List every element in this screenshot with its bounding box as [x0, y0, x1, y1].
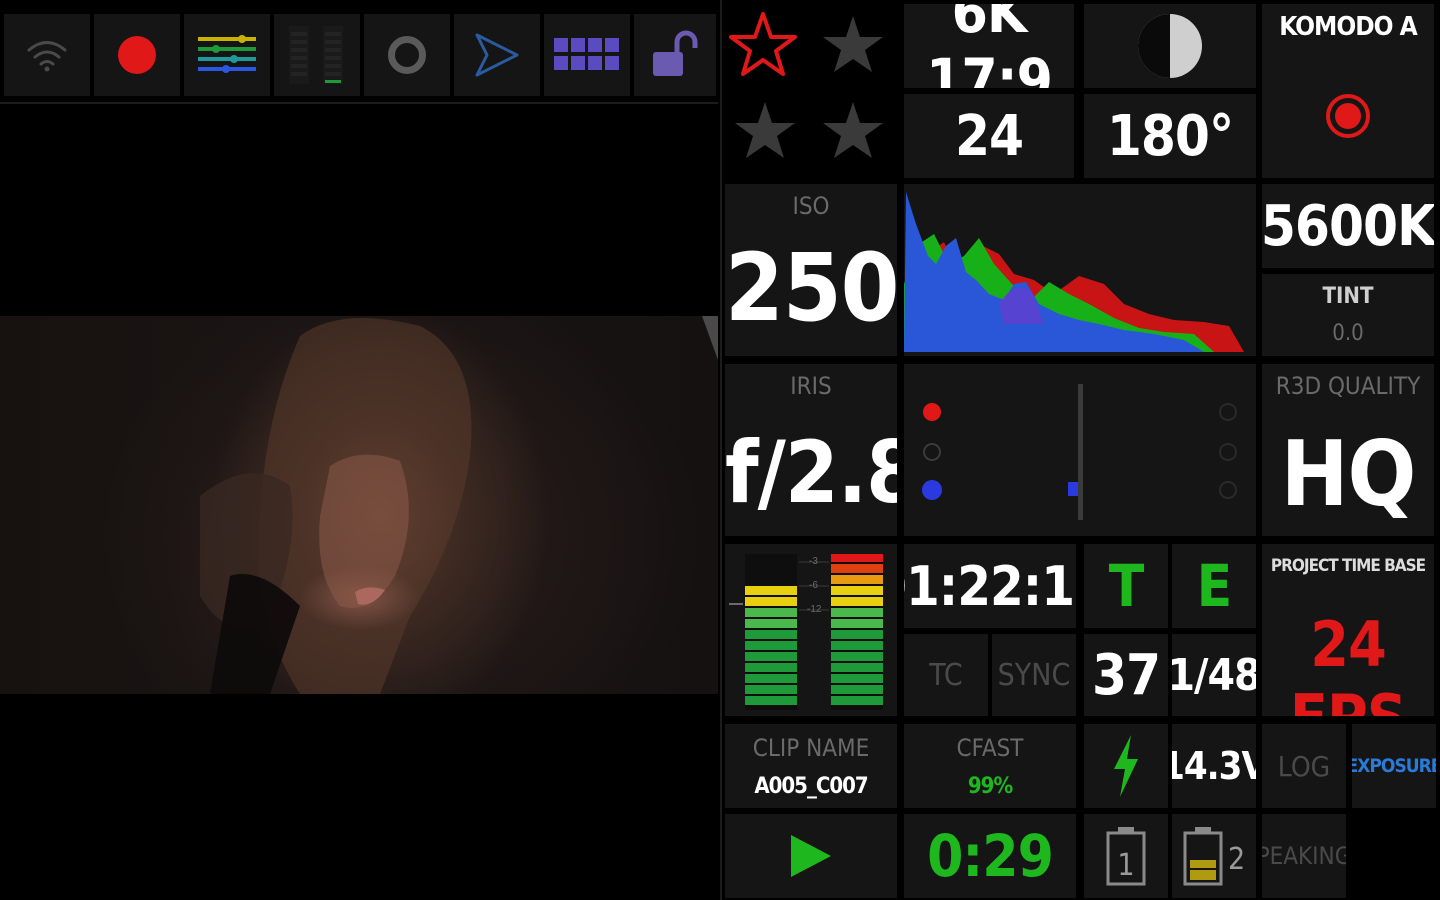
record-dot-icon	[118, 36, 156, 74]
e-indicator: E	[1172, 544, 1256, 628]
iris-tile[interactable]: IRIS f/2.8	[725, 364, 897, 536]
sync-button[interactable]: SYNC	[992, 634, 1076, 716]
ring-icon	[388, 36, 426, 74]
video-preview[interactable]	[0, 316, 718, 694]
grid-icon	[554, 38, 619, 70]
iso-value: 250	[725, 234, 897, 343]
white-balance-value[interactable]: 5600K	[1262, 184, 1434, 268]
audio-meter-graphic	[729, 554, 883, 710]
time-base-label: PROJECT TIME BASE	[1270, 556, 1426, 576]
media-tile[interactable]: CFAST 99%	[904, 724, 1076, 808]
audio-tick: -12	[807, 604, 822, 615]
record-target-icon	[1326, 94, 1370, 138]
send-button[interactable]	[454, 14, 540, 96]
resolution-value[interactable]: 6K 17:9	[904, 4, 1074, 88]
tint-value: 0.0	[1332, 321, 1364, 346]
peaking-button[interactable]: PEAKING	[1262, 814, 1346, 898]
iris-value: f/2.8	[725, 423, 897, 523]
toolbar-divider	[0, 102, 718, 104]
contrast-icon	[1138, 14, 1202, 78]
play-button[interactable]	[725, 814, 897, 898]
battery-2-label: 2	[1228, 842, 1246, 877]
play-icon	[791, 835, 831, 877]
timecode-value[interactable]: 01:22:16	[904, 544, 1076, 628]
exposure-button[interactable]: EXPOSURE	[1352, 724, 1436, 808]
focus-indicator[interactable]	[904, 364, 1256, 536]
star-outline-icon	[729, 12, 797, 76]
star-icon	[823, 16, 883, 72]
tint-label: TINT	[1322, 284, 1374, 309]
color-settings-button[interactable]	[184, 14, 270, 96]
audio-meters[interactable]: -3 -6 -12	[725, 544, 897, 716]
rating-stars[interactable]	[725, 4, 897, 178]
panel-divider	[720, 0, 722, 900]
star-icon	[823, 102, 883, 158]
stars-group	[729, 12, 883, 158]
clip-name-tile[interactable]: CLIP NAME A005_C007	[725, 724, 897, 808]
focus-indicator-graphic	[922, 384, 1237, 520]
e-value[interactable]: 1/48	[1172, 634, 1256, 716]
wifi-button[interactable]	[4, 14, 90, 96]
playback-time[interactable]: 0:29	[904, 814, 1076, 898]
camera-tile[interactable]: KOMODO A	[1262, 4, 1434, 178]
tc-button[interactable]: TC	[904, 634, 988, 716]
clip-name-label: CLIP NAME	[752, 733, 870, 762]
tint-tile[interactable]: TINT 0.0	[1262, 274, 1434, 356]
frame-rate-value[interactable]: 24	[904, 94, 1074, 178]
iso-label: ISO	[792, 192, 830, 220]
star-icon	[735, 102, 795, 158]
camera-preview-image	[200, 316, 718, 694]
battery-1-label: 1	[1117, 848, 1135, 883]
iso-tile[interactable]: ISO 250	[725, 184, 897, 356]
media-label: CFAST	[956, 733, 1024, 762]
histogram-graph	[904, 192, 1244, 352]
t-indicator: T	[1084, 544, 1168, 628]
log-button[interactable]: LOG	[1262, 724, 1346, 808]
histogram	[904, 184, 1256, 356]
power-icon-tile	[1084, 724, 1168, 808]
ring-button[interactable]	[364, 14, 450, 96]
color-sliders-icon	[198, 35, 256, 73]
wifi-icon	[27, 41, 67, 72]
iris-label: IRIS	[790, 372, 832, 400]
shutter-value[interactable]: 180°	[1084, 94, 1256, 178]
send-arrow-icon	[475, 33, 519, 77]
lightning-icon	[1114, 735, 1138, 797]
quality-label: R3D QUALITY	[1275, 372, 1421, 400]
quality-value: HQ	[1280, 422, 1417, 527]
unlock-icon	[653, 30, 698, 76]
time-base-value: 24 FPS	[1290, 608, 1407, 716]
battery-icon	[1183, 827, 1223, 886]
audio-tick: -3	[809, 556, 818, 567]
camera-name: KOMODO A	[1279, 12, 1418, 42]
battery-slot-2: 2	[1172, 814, 1256, 898]
audio-tick: -6	[809, 580, 818, 591]
t-value[interactable]: 37	[1084, 634, 1168, 716]
grid-button[interactable]	[544, 14, 630, 96]
contrast-button[interactable]	[1084, 4, 1256, 88]
battery-slot-1: 1	[1084, 814, 1168, 898]
voltage-value[interactable]: 14.3V	[1172, 724, 1256, 808]
quality-tile[interactable]: R3D QUALITY HQ	[1262, 364, 1434, 536]
audio-meter-button[interactable]	[274, 14, 360, 96]
audio-bars-icon	[289, 26, 343, 84]
record-button[interactable]	[94, 14, 180, 96]
lock-button[interactable]	[634, 14, 716, 96]
clip-name-value: A005_C007	[754, 773, 868, 799]
media-value: 99%	[967, 773, 1013, 799]
time-base-tile[interactable]: PROJECT TIME BASE 24 FPS	[1262, 544, 1434, 716]
